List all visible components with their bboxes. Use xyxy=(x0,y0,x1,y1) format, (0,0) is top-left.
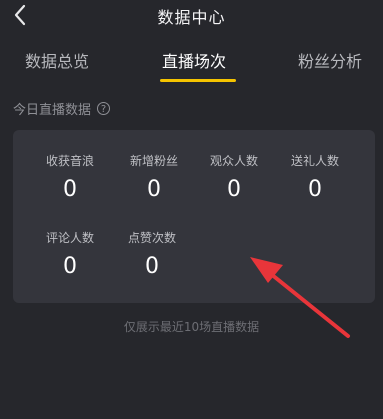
stat-sound-waves: 收获音浪 0 xyxy=(30,152,110,201)
stat-value: 0 xyxy=(308,177,322,202)
stat-value: 0 xyxy=(227,177,241,202)
stat-label: 观众人数 xyxy=(209,154,258,168)
stat-label: 收获音浪 xyxy=(45,154,94,168)
data-center-screen: 数据中心 数据总览 直播场次 粉丝分析 今日直播数据 ? 收获音浪 0 新增粉丝… xyxy=(0,0,383,419)
stat-label: 送礼人数 xyxy=(290,154,339,168)
stat-likes: 点赞次数 0 xyxy=(112,229,192,278)
top-nav-bar: 数据中心 xyxy=(0,0,383,32)
stat-viewers: 观众人数 0 xyxy=(194,152,274,201)
tab-data-overview[interactable]: 数据总览 xyxy=(25,48,89,72)
help-question-icon[interactable]: ? xyxy=(97,102,111,115)
stat-label: 新增粉丝 xyxy=(129,154,178,168)
tab-bar: 数据总览 直播场次 粉丝分析 xyxy=(0,40,383,84)
stat-label: 点赞次数 xyxy=(127,231,176,245)
page-title: 数据中心 xyxy=(157,8,226,27)
stat-label: 评论人数 xyxy=(45,231,94,245)
stat-value: 0 xyxy=(145,254,159,279)
footnote-recent-sessions: 仅展示最近10场直播数据 xyxy=(123,320,260,334)
stat-new-fans: 新增粉丝 0 xyxy=(114,152,194,201)
section-title: 今日直播数据 xyxy=(13,103,92,118)
stat-value: 0 xyxy=(147,177,161,202)
stat-gift-senders: 送礼人数 0 xyxy=(275,152,355,201)
stat-value: 0 xyxy=(63,254,77,279)
tab-live-sessions[interactable]: 直播场次 xyxy=(162,48,226,72)
tab-fan-analysis[interactable]: 粉丝分析 xyxy=(298,48,362,72)
today-stats-card: 收获音浪 0 新增粉丝 0 观众人数 0 送礼人数 0 评论人数 0 点赞次数 … xyxy=(13,130,375,303)
stat-commenters: 评论人数 0 xyxy=(30,229,110,278)
section-header: 今日直播数据 ? xyxy=(13,99,111,118)
active-tab-indicator xyxy=(160,79,236,82)
stat-value: 0 xyxy=(63,177,77,202)
